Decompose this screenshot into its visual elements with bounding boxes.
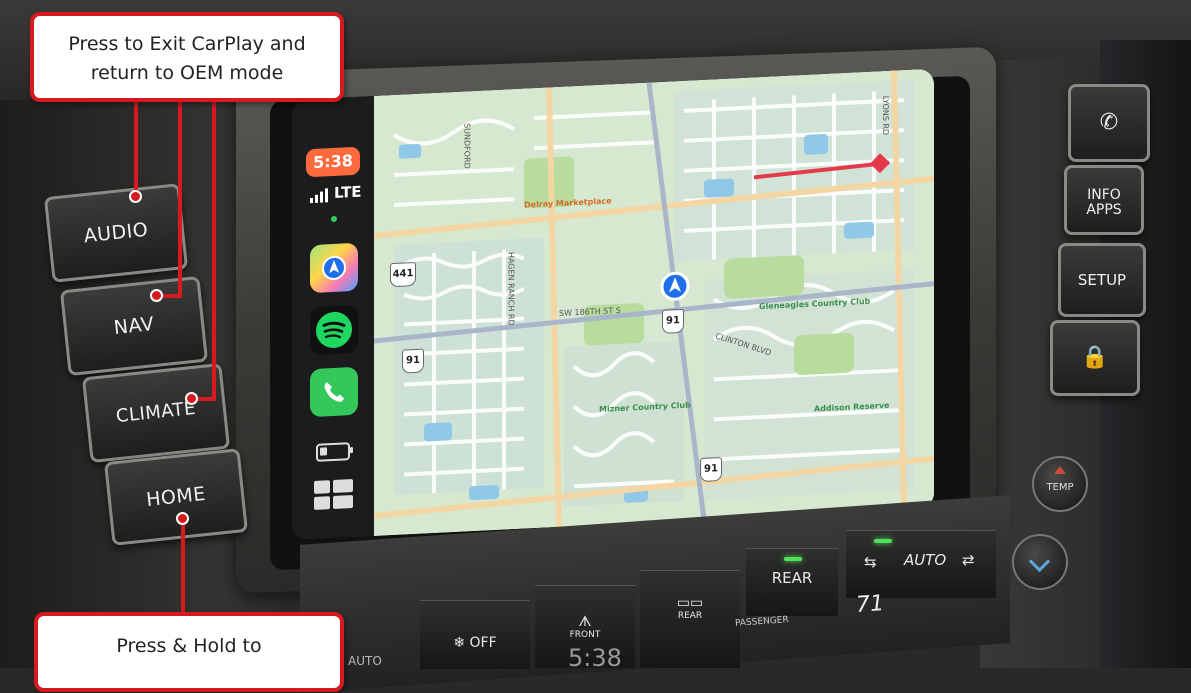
climate-button[interactable]: CLIMATE <box>81 362 231 464</box>
setup-label: SETUP <box>1077 271 1127 289</box>
audio-button[interactable]: AUDIO <box>43 183 189 283</box>
network-type: LTE <box>334 182 362 202</box>
nav-button[interactable]: NAV <box>59 275 209 377</box>
route-shield: 91 <box>402 348 424 374</box>
lock-icon: 🔒 <box>1081 345 1109 370</box>
callout-pin <box>150 289 163 302</box>
maps-app-icon[interactable] <box>310 242 358 294</box>
dashboard-view-icon[interactable] <box>314 479 354 511</box>
info-apps-button[interactable]: INFO APPS <box>1064 165 1144 235</box>
temp-knob[interactable]: TEMP <box>1032 456 1088 512</box>
callout-text-line: Press to Exit CarPlay and <box>68 33 306 55</box>
nav-button-label: NAV <box>112 312 156 340</box>
leader-line <box>212 100 216 400</box>
front-defrost-icon: ᗑ <box>578 614 592 630</box>
rear-defrost-label: REAR <box>677 611 703 621</box>
phone-app-icon[interactable] <box>310 366 358 418</box>
leader-line <box>178 100 182 296</box>
road-label: SUNDFORD <box>462 122 472 170</box>
phone-button[interactable]: ✆ <box>1068 84 1150 162</box>
carplay-screen: 5:38 LTE Delray Marketplace Gleneagles C… <box>292 68 934 541</box>
status-time: 5:38 <box>306 146 360 178</box>
phone-handset-icon <box>324 382 344 402</box>
auto-label: AUTO <box>904 551 947 569</box>
callout-pin <box>176 512 189 525</box>
home-hold-callout: Press & Hold to <box>34 612 344 692</box>
callout-pin <box>129 190 142 203</box>
route-shield: 91 <box>700 456 722 483</box>
rear-defrost-button[interactable]: ▭▭ REAR <box>640 570 740 668</box>
mic-indicator <box>331 215 337 223</box>
route-shield: 441 <box>390 261 416 288</box>
road-label: HAGEN RANCH RD <box>506 251 516 326</box>
carplay-sidebar: 5:38 LTE <box>292 95 374 540</box>
fan-off-button[interactable]: ❄ OFF <box>420 600 530 669</box>
front-label: FRONT <box>569 630 601 640</box>
fresh-air-icon: ⇄ <box>962 551 975 569</box>
leader-line <box>134 100 138 192</box>
spotify-app-icon[interactable] <box>310 304 358 356</box>
callout-pin <box>185 392 198 405</box>
callout-text-line: return to OEM mode <box>90 62 284 84</box>
climate-button-label: CLIMATE <box>114 397 197 428</box>
leader-line <box>181 520 185 614</box>
setup-button[interactable]: SETUP <box>1058 243 1146 317</box>
current-location-icon <box>660 271 690 301</box>
status-signal: LTE <box>310 183 362 204</box>
signal-bars-icon <box>310 188 328 204</box>
phone-icon: ✆ <box>1099 110 1119 135</box>
rear-climate-button[interactable]: REAR <box>746 548 838 616</box>
auto-partial-label: AUTO <box>348 654 382 668</box>
route-shield: 91 <box>662 308 684 334</box>
navigation-arrow-icon <box>322 255 346 280</box>
home-button-label: HOME <box>145 482 207 512</box>
exit-carplay-callout: Press to Exit CarPlay and return to OEM … <box>30 12 344 102</box>
callout-text-line: Press & Hold to <box>116 635 262 657</box>
auto-climate-button[interactable]: ⇆ AUTO ⇄ <box>846 530 996 598</box>
rear-label: REAR <box>771 569 813 587</box>
map-view[interactable]: Delray Marketplace Gleneagles Country Cl… <box>374 68 934 536</box>
home-button[interactable]: HOME <box>103 448 249 546</box>
lock-button[interactable]: 🔒 <box>1050 320 1140 396</box>
recirculate-icon: ⇆ <box>864 553 877 571</box>
battery-icon <box>316 442 350 462</box>
leader-line <box>160 294 182 298</box>
fan-off-label: ❄ OFF <box>453 635 497 651</box>
info-label: INFO <box>1087 187 1121 203</box>
road-label: LYONS RD <box>881 95 891 136</box>
rear-defrost-icon: ▭▭ <box>676 595 704 611</box>
audio-button-label: AUDIO <box>82 218 150 248</box>
spotify-logo-icon <box>316 311 352 348</box>
apps-label: APPS <box>1086 202 1122 218</box>
temp-down-knob[interactable] <box>1012 534 1068 590</box>
temp-label: TEMP <box>1046 482 1074 493</box>
temperature-readout: 71 <box>855 591 885 618</box>
